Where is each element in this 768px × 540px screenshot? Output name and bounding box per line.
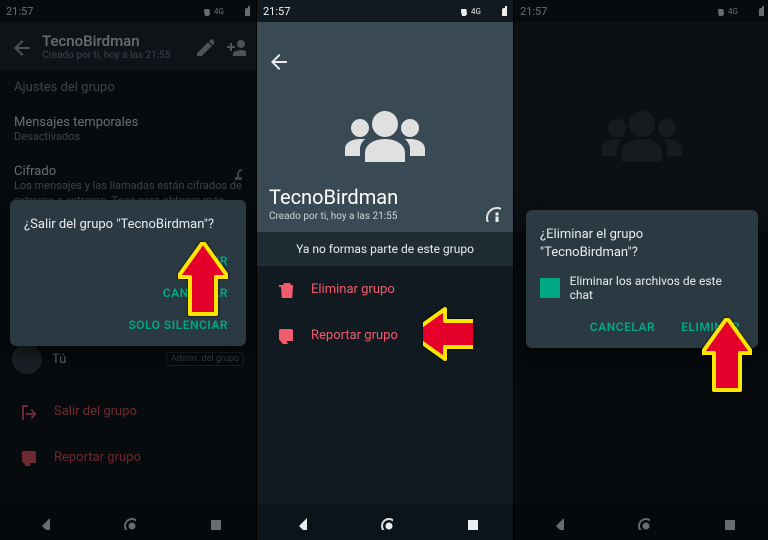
checkbox-label: Eliminar los archivos de este chat (570, 274, 744, 302)
signal-icon (484, 6, 494, 16)
nav-back-icon[interactable] (292, 514, 308, 530)
tutorial-arrow (178, 242, 228, 318)
trash-icon (275, 280, 293, 298)
screen-2-group-info: 21:57 4G TecnoBirdman Creado por ti, hoy… (256, 0, 513, 540)
nav-home-icon[interactable] (377, 514, 393, 530)
info-icon[interactable] (485, 206, 501, 222)
net-label: 4G (471, 7, 481, 16)
group-title: TecnoBirdman (269, 185, 398, 209)
screen-1-leave-group: 21:57 4G TecnoBirdman Creado por ti, hoy… (0, 0, 256, 540)
cancel-button[interactable]: CANCELAR (586, 312, 659, 342)
nav-recent-icon[interactable] (462, 514, 478, 530)
report-group-row[interactable]: Reportar grupo (257, 312, 513, 358)
dialog-message: ¿Eliminar el grupo "TecnoBirdman"? (540, 226, 744, 262)
status-icons: 4G (458, 6, 507, 16)
checkbox-checked-icon[interactable] (540, 278, 560, 298)
group-header: TecnoBirdman Creado por ti, hoy a las 21… (257, 22, 513, 232)
thumbdown-icon (275, 326, 293, 344)
group-avatar-icon (340, 102, 430, 162)
tutorial-arrow (423, 296, 473, 372)
status-bar: 21:57 4G (257, 0, 513, 22)
back-button[interactable] (267, 50, 287, 74)
not-member-banner: Ya no formas parte de este grupo (257, 232, 513, 266)
screen-3-delete-confirm: 21:57 4G Eliminar grupo Reportar grupo ¿… (513, 0, 768, 540)
group-subtitle: Creado por ti, hoy a las 21:55 (269, 211, 398, 222)
delete-media-checkbox-row[interactable]: Eliminar los archivos de este chat (540, 274, 744, 302)
status-time: 21:57 (263, 5, 290, 18)
navigation-bar (257, 504, 513, 540)
delete-group-row[interactable]: Eliminar grupo (257, 266, 513, 312)
phone-icon (458, 6, 468, 16)
battery-icon (497, 6, 507, 16)
tutorial-arrow (702, 318, 752, 394)
dialog-message: ¿Salir del grupo "TecnoBirdman"? (24, 216, 232, 234)
